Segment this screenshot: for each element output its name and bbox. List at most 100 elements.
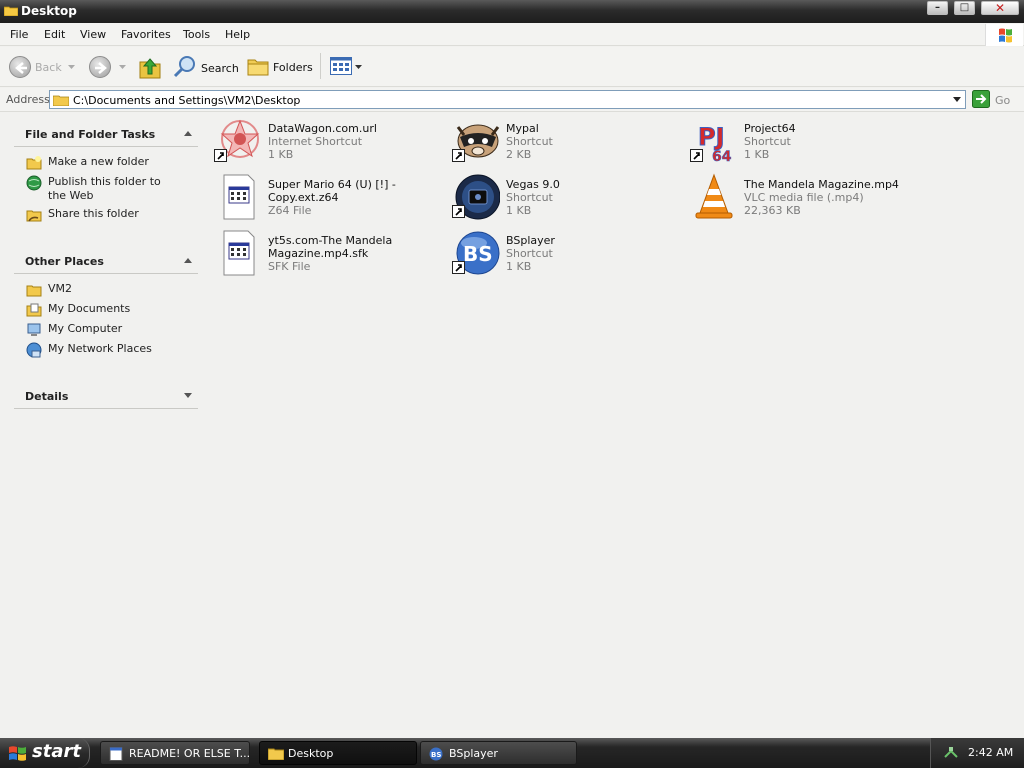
other-places-header[interactable]: Other Places bbox=[14, 248, 198, 274]
folder-icon bbox=[267, 747, 285, 763]
search-button[interactable]: Search bbox=[173, 55, 239, 82]
views-button[interactable] bbox=[330, 57, 362, 78]
menu-file[interactable]: File bbox=[10, 28, 28, 41]
new-folder-icon bbox=[26, 155, 42, 171]
file-size: 1 KB bbox=[744, 148, 770, 161]
up-folder-button[interactable] bbox=[139, 55, 161, 82]
svg-text:PJ: PJ bbox=[698, 123, 725, 151]
file-size: 22,363 KB bbox=[744, 204, 801, 217]
publish-folder-task[interactable]: Publish this folder to the Web bbox=[26, 175, 173, 203]
make-new-folder-task[interactable]: Make a new folder bbox=[26, 155, 149, 171]
generic-file-icon bbox=[214, 229, 262, 277]
folders-icon bbox=[247, 55, 269, 80]
taskbar-label: Desktop bbox=[288, 747, 334, 760]
file-type: VLC media file (.mp4) bbox=[744, 191, 864, 204]
file-name: BSplayer bbox=[506, 234, 555, 247]
menu-tools[interactable]: Tools bbox=[183, 28, 210, 41]
file-name: yt5s.com-The Mandela Magazine.mp4.sfk bbox=[268, 234, 393, 260]
system-tray: 2:42 AM bbox=[930, 738, 1024, 768]
taskbar: start README! OR ELSE T... Desktop BS BS… bbox=[0, 738, 1024, 768]
menu-favorites[interactable]: Favorites bbox=[121, 28, 171, 41]
place-label: My Network Places bbox=[48, 342, 152, 355]
folders-label: Folders bbox=[273, 61, 313, 74]
folders-button[interactable]: Folders bbox=[247, 55, 313, 80]
file-type: Internet Shortcut bbox=[268, 135, 363, 148]
title-bar[interactable]: Desktop – □ ✕ bbox=[0, 0, 1024, 23]
address-label: Address bbox=[6, 93, 50, 106]
file-size: 1 KB bbox=[268, 148, 294, 161]
file-size: 1 KB bbox=[506, 204, 532, 217]
place-label: My Computer bbox=[48, 322, 123, 335]
safely-remove-icon[interactable] bbox=[943, 745, 959, 764]
taskbar-desktop[interactable]: Desktop bbox=[259, 741, 417, 765]
shortcut-arrow-icon bbox=[690, 149, 703, 162]
file-item[interactable]: Vegas 9.0 Shortcut 1 KB bbox=[448, 171, 678, 221]
file-tasks-header[interactable]: File and Folder Tasks bbox=[14, 121, 198, 147]
maximize-button[interactable]: □ bbox=[954, 1, 975, 15]
bsplayer-icon: BS bbox=[429, 747, 443, 764]
address-path: C:\Documents and Settings\VM2\Desktop bbox=[73, 94, 301, 107]
folder-icon bbox=[3, 5, 19, 17]
place-my-documents[interactable]: My Documents bbox=[26, 302, 130, 318]
address-input[interactable]: C:\Documents and Settings\VM2\Desktop bbox=[49, 90, 966, 109]
menu-bar: File Edit View Favorites Tools Help bbox=[0, 23, 1024, 46]
details-header[interactable]: Details bbox=[14, 383, 198, 409]
file-name: Vegas 9.0 bbox=[506, 178, 560, 191]
windows-flag-icon bbox=[8, 744, 28, 765]
start-button[interactable]: start bbox=[0, 738, 90, 768]
forward-arrow-icon bbox=[89, 56, 111, 78]
back-dropdown-icon[interactable] bbox=[67, 64, 75, 70]
details-title: Details bbox=[25, 390, 69, 403]
go-button[interactable]: Go bbox=[972, 90, 1010, 111]
file-item[interactable]: BS BSplayer Shortcut 1 KB bbox=[448, 227, 678, 277]
back-label: Back bbox=[35, 60, 62, 74]
close-button[interactable]: ✕ bbox=[981, 1, 1019, 15]
other-places-title: Other Places bbox=[25, 255, 104, 268]
folder-icon bbox=[52, 94, 70, 109]
chevron-up-icon[interactable] bbox=[184, 131, 192, 136]
menu-view[interactable]: View bbox=[80, 28, 106, 41]
taskbar-readme[interactable]: README! OR ELSE T... bbox=[100, 741, 250, 765]
back-button[interactable]: Back bbox=[9, 56, 75, 78]
file-type: Shortcut bbox=[506, 191, 553, 204]
place-label: VM2 bbox=[48, 282, 73, 295]
minimize-button[interactable]: – bbox=[927, 1, 948, 15]
file-name: DataWagon.com.url bbox=[268, 122, 377, 135]
file-item[interactable]: The Mandela Magazine.mp4 VLC media file … bbox=[686, 171, 916, 221]
place-my-network-places[interactable]: My Network Places bbox=[26, 342, 152, 358]
address-dropdown-button[interactable] bbox=[949, 91, 965, 108]
address-bar: Address C:\Documents and Settings\VM2\De… bbox=[0, 88, 1024, 112]
share-folder-task[interactable]: Share this folder bbox=[26, 207, 139, 223]
file-item[interactable]: Mypal Shortcut 2 KB bbox=[448, 115, 678, 165]
folder-icon bbox=[26, 282, 42, 298]
shortcut-arrow-icon bbox=[452, 261, 465, 274]
menu-edit[interactable]: Edit bbox=[44, 28, 65, 41]
globe-icon bbox=[26, 175, 42, 191]
chevron-down-icon[interactable] bbox=[184, 393, 192, 398]
vlc-icon bbox=[690, 173, 738, 221]
window-title: Desktop bbox=[21, 4, 77, 18]
start-label: start bbox=[32, 741, 81, 762]
forward-button[interactable] bbox=[89, 56, 126, 78]
place-my-computer[interactable]: My Computer bbox=[26, 322, 122, 338]
file-item[interactable]: DataWagon.com.url Internet Shortcut 1 KB bbox=[210, 115, 440, 165]
go-arrow-icon bbox=[972, 90, 990, 111]
file-item[interactable]: Super Mario 64 (U) [!] - Copy.ext.z64 Z6… bbox=[210, 171, 440, 221]
chevron-up-icon[interactable] bbox=[184, 258, 192, 263]
forward-dropdown-icon[interactable] bbox=[119, 64, 126, 70]
file-type: Shortcut bbox=[506, 135, 553, 148]
file-item[interactable]: PJ 64 Project64 Shortcut 1 KB bbox=[686, 115, 916, 165]
place-vm2[interactable]: VM2 bbox=[26, 282, 72, 298]
toolbar-separator bbox=[320, 53, 321, 79]
file-name: The Mandela Magazine.mp4 bbox=[744, 178, 899, 191]
file-item[interactable]: yt5s.com-The Mandela Magazine.mp4.sfk SF… bbox=[210, 227, 440, 277]
clock[interactable]: 2:42 AM bbox=[968, 746, 1013, 759]
network-icon bbox=[26, 342, 42, 358]
windows-logo-icon bbox=[985, 24, 1023, 46]
shortcut-arrow-icon bbox=[452, 149, 465, 162]
back-arrow-icon bbox=[9, 56, 31, 78]
menu-help[interactable]: Help bbox=[225, 28, 250, 41]
taskbar-bsplayer[interactable]: BS BSplayer bbox=[420, 741, 577, 765]
views-dropdown-icon[interactable] bbox=[355, 65, 362, 70]
file-name: Super Mario 64 (U) [!] - Copy.ext.z64 bbox=[268, 178, 396, 204]
